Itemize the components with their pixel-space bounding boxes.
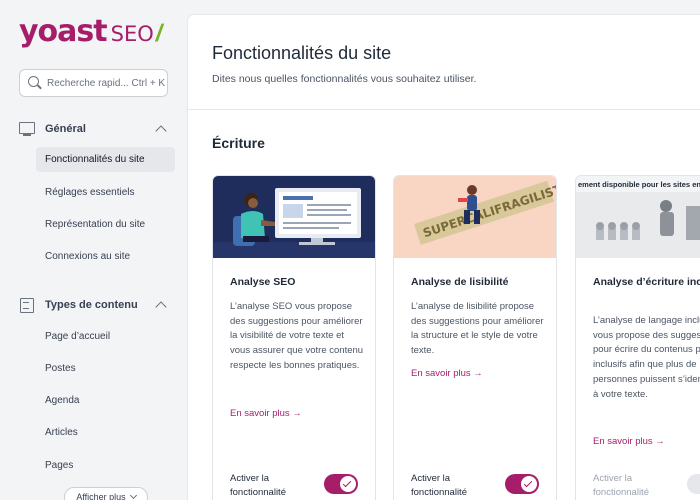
logo-product: SEO — [110, 22, 154, 46]
search-input[interactable] — [47, 77, 167, 89]
card-description: L’analyse de lisibilité propose des sugg… — [411, 301, 544, 357]
section-title-writing: Écriture — [212, 135, 265, 151]
seo-analysis-toggle[interactable] — [324, 474, 358, 494]
toggle-label: Activer la fonctionnalité — [230, 473, 286, 499]
image-banner: ement disponible pour les sites en — [578, 180, 700, 189]
learn-more-link[interactable]: En savoir plus → — [230, 408, 302, 419]
inclusive-language-toggle[interactable] — [687, 474, 700, 494]
sidebar-group-title: Types de contenu — [45, 299, 138, 311]
card-title: Analyse d’écriture inclusive — [593, 276, 700, 288]
sidebar-item-site-connections[interactable]: Connexions au site — [36, 244, 175, 269]
search-icon — [28, 76, 39, 90]
chevron-up-icon[interactable] — [155, 125, 167, 137]
toggle-knob — [340, 476, 356, 492]
readability-illustration: SUPERCALIFRAGILISTIC — [394, 176, 556, 258]
toggle-label: Activer la fonctionnalité — [411, 473, 467, 499]
check-icon — [342, 478, 352, 488]
quick-search[interactable] — [19, 69, 168, 97]
sidebar-item-site-features[interactable]: Fonctionnalités du site — [36, 147, 175, 172]
page-title: Fonctionnalités du site — [212, 43, 392, 63]
divider — [188, 109, 700, 110]
sidebar-group-title: Général — [45, 123, 86, 135]
toggle-knob — [521, 476, 537, 492]
sidebar-item-essential-settings[interactable]: Réglages essentiels — [36, 180, 175, 205]
toggle-label: Activer la fonctionnalité — [593, 473, 649, 499]
main-panel: Fonctionnalités du site Dites nous quell… — [188, 15, 700, 500]
yoast-logo[interactable]: yoast SEO / — [19, 14, 165, 50]
sidebar: yoast SEO / Général Fonctionnalités du s… — [0, 0, 188, 500]
sidebar-item-agenda[interactable]: Agenda — [36, 388, 175, 413]
sidebar-item-posts[interactable]: Postes — [36, 356, 175, 381]
feature-card-inclusive-language: ement disponible pour les sites en Analy… — [575, 175, 700, 500]
sidebar-item-homepage[interactable]: Page d’accueil — [36, 324, 175, 349]
sidebar-group-content-types[interactable]: Types de contenu — [19, 294, 171, 316]
monitor-icon — [19, 122, 35, 136]
seo-analysis-illustration — [213, 176, 375, 258]
chevron-down-icon — [129, 491, 137, 500]
check-icon — [523, 478, 533, 488]
card-title: Analyse SEO — [230, 276, 296, 288]
page-subtitle: Dites nous quelles fonctionnalités vous … — [212, 73, 477, 85]
sidebar-item-pages[interactable]: Pages — [36, 453, 175, 478]
learn-more-link[interactable]: En savoir plus → — [411, 368, 483, 379]
card-description: L’analyse SEO vous propose des suggestio… — [230, 301, 364, 371]
logo-slash: / — [153, 20, 165, 47]
logo-brand: yoast — [19, 14, 108, 49]
feature-card-seo-analysis: Analyse SEO L’analyse SEO vous propose d… — [212, 175, 376, 500]
show-more-button[interactable]: Afficher plus — [64, 487, 148, 500]
show-more-label: Afficher plus — [76, 492, 126, 500]
card-title: Analyse de lisibilité — [411, 276, 509, 288]
inclusive-language-illustration: ement disponible pour les sites en — [576, 176, 700, 258]
feature-card-readability-analysis: SUPERCALIFRAGILISTIC Analyse de lisibili… — [393, 175, 557, 500]
chevron-up-icon[interactable] — [155, 301, 167, 313]
learn-more-link[interactable]: En savoir plus → — [593, 436, 665, 447]
sidebar-group-general[interactable]: Général — [19, 118, 171, 140]
document-icon — [19, 298, 35, 313]
sidebar-item-site-representation[interactable]: Représentation du site — [36, 212, 175, 237]
readability-analysis-toggle[interactable] — [505, 474, 539, 494]
sidebar-item-articles[interactable]: Articles — [36, 420, 175, 445]
card-description: L’analyse de langage inclusif vous propo… — [593, 315, 700, 400]
